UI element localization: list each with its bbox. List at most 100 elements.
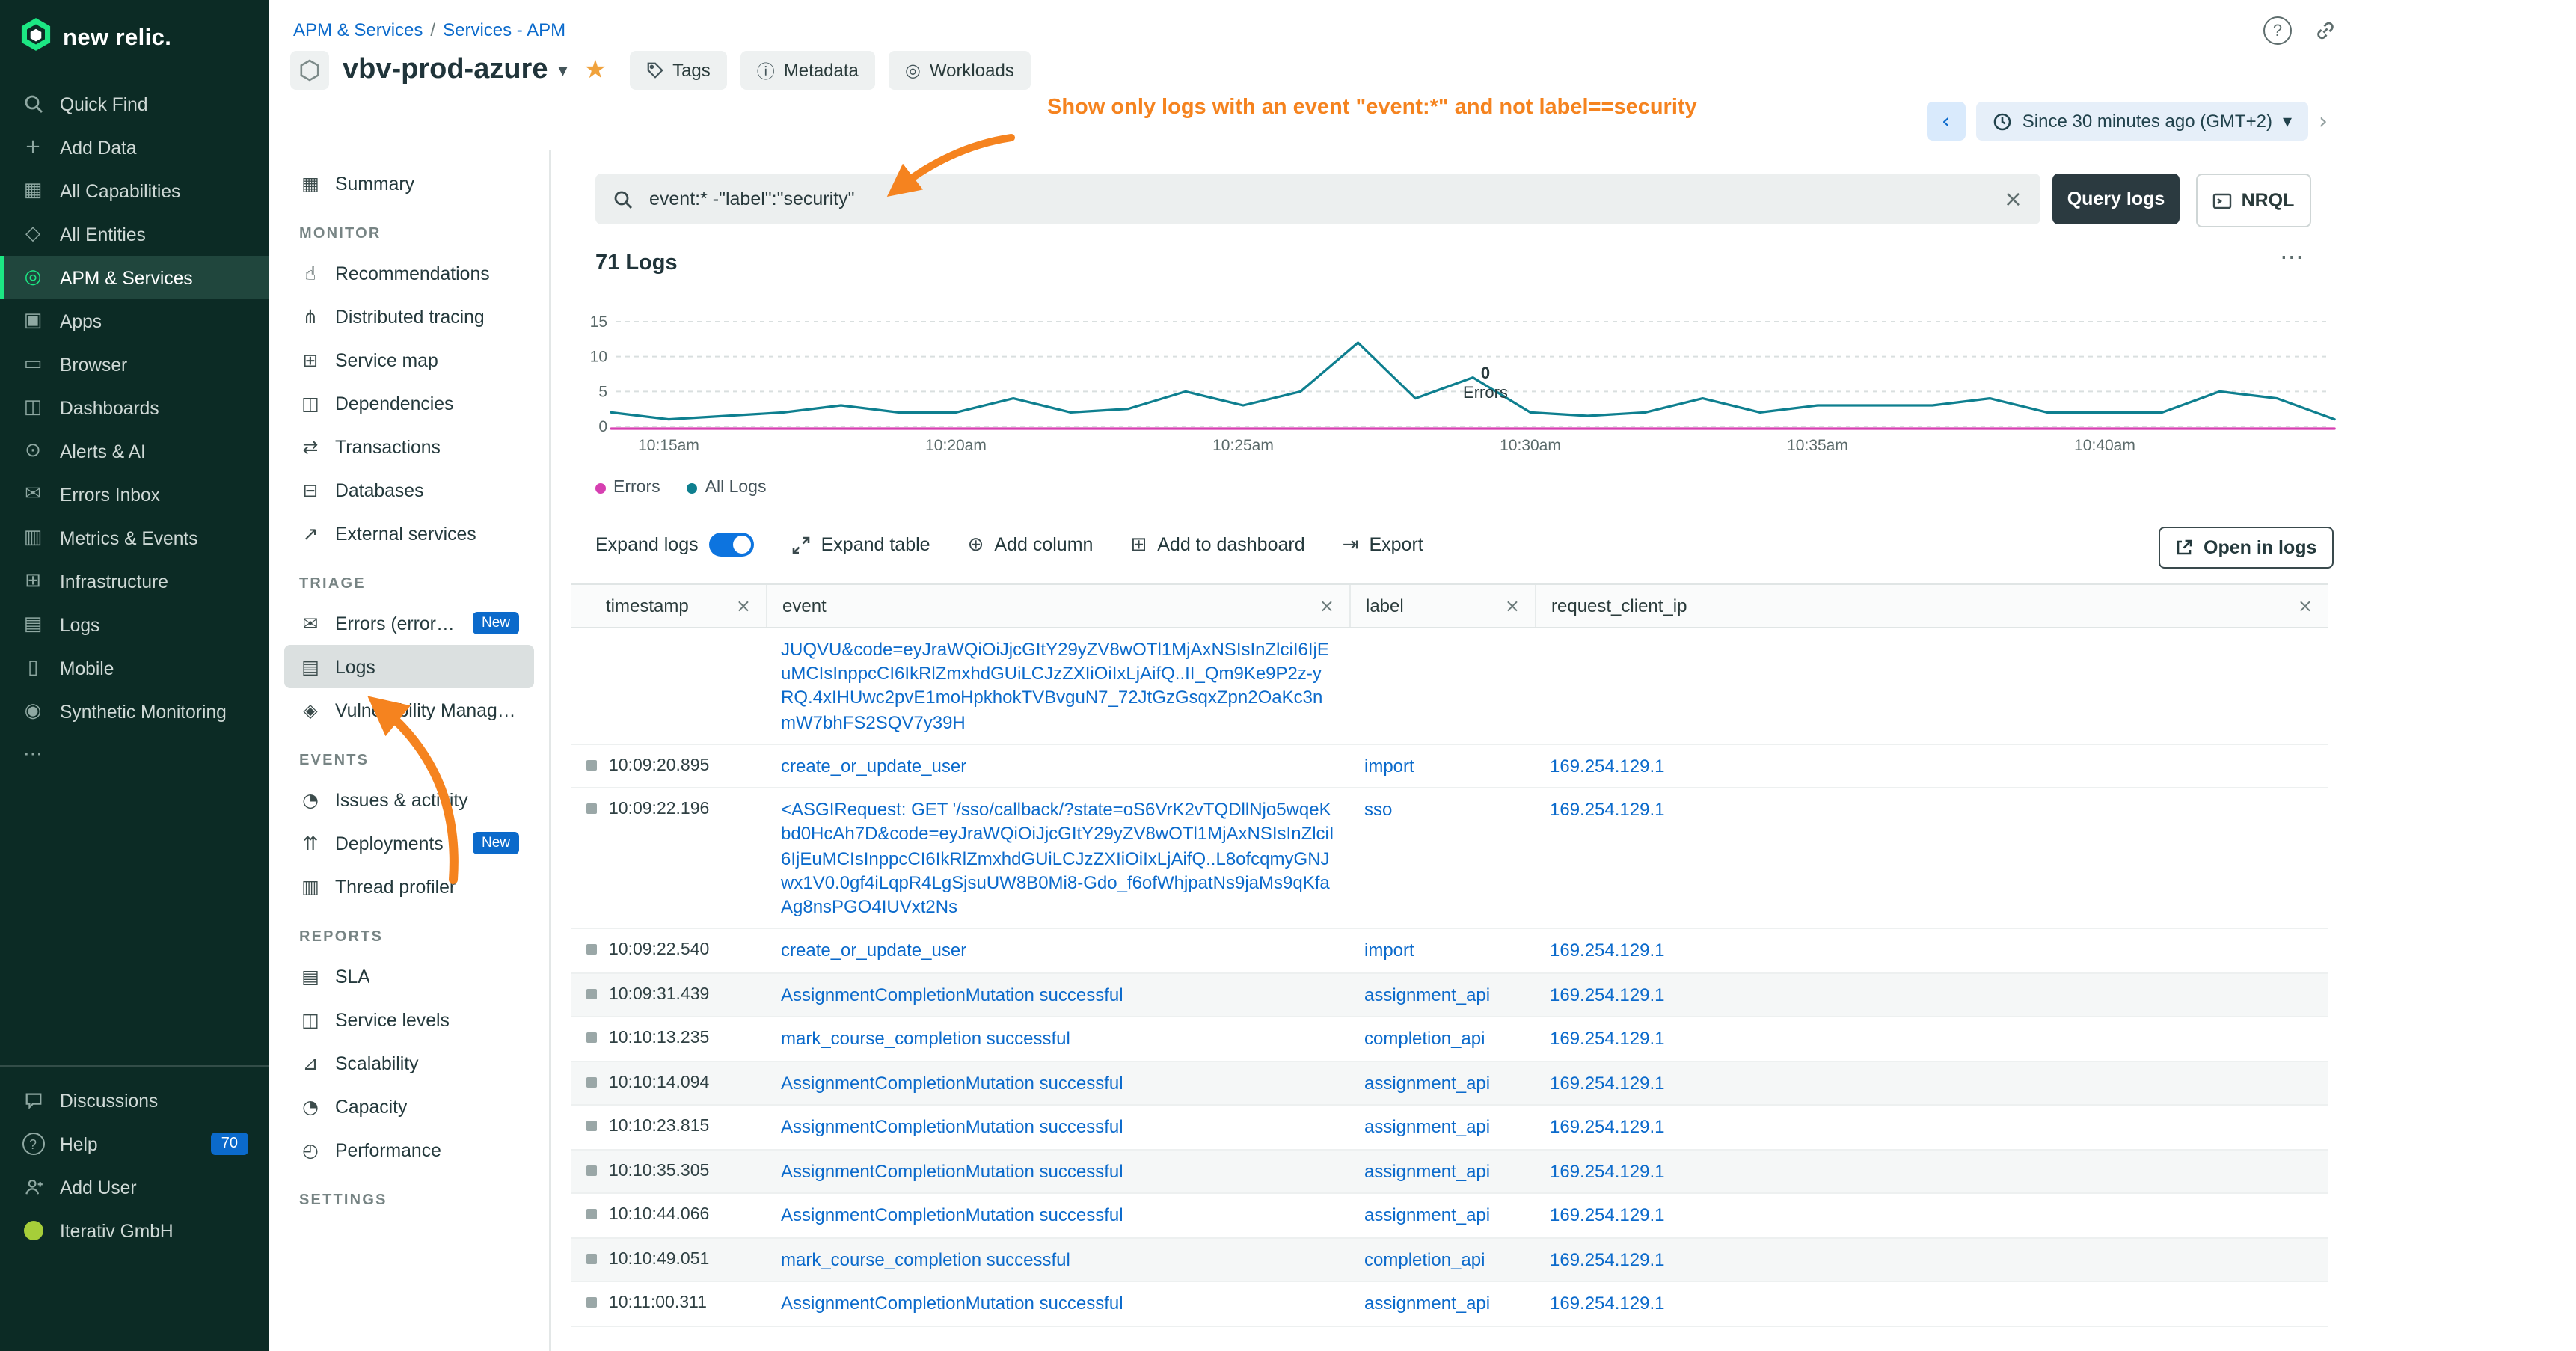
- log-event-link[interactable]: mark_course_completion successful: [781, 1028, 1070, 1049]
- global-nav-synthetic-monitoring[interactable]: ◉ Synthetic Monitoring: [0, 690, 269, 733]
- table-row[interactable]: 10:10:13.235 mark_course_completion succ…: [571, 1017, 2328, 1062]
- remove-column-icon[interactable]: ×: [736, 595, 751, 616]
- table-row[interactable]: 10:10:44.066 AssignmentCompletionMutatio…: [571, 1195, 2328, 1239]
- export-button[interactable]: ⇥ Export: [1343, 533, 1423, 556]
- global-nav-all-entities[interactable]: ◇ All Entities: [0, 212, 269, 256]
- service-nav-issues-activity[interactable]: ◔ Issues & activity: [284, 778, 534, 821]
- log-label-link[interactable]: assignment_api: [1364, 1073, 1490, 1094]
- table-row[interactable]: 10:09:31.439 AssignmentCompletionMutatio…: [571, 973, 2328, 1017]
- remove-column-icon[interactable]: ×: [1505, 595, 1520, 616]
- global-nav-help[interactable]: ? Help 70: [0, 1122, 269, 1165]
- time-range-selector[interactable]: Since 30 minutes ago (GMT+2) ▾: [1976, 102, 2308, 141]
- time-back-button[interactable]: ‹: [1927, 102, 1966, 141]
- log-ip-link[interactable]: 169.254.129.1: [1550, 1161, 1665, 1182]
- log-ip-link[interactable]: 169.254.129.1: [1550, 1028, 1665, 1049]
- service-nav-summary[interactable]: ▦ Summary: [284, 162, 534, 205]
- table-row[interactable]: JUQVU&code=eyJraWQiOiJjcGItY29yZV8wOTl1M…: [571, 628, 2328, 745]
- service-nav-transactions[interactable]: ⇄ Transactions: [284, 425, 534, 468]
- expand-logs-toggle[interactable]: [709, 533, 754, 557]
- log-event-link[interactable]: AssignmentCompletionMutation successful: [781, 1073, 1123, 1094]
- log-label-link[interactable]: completion_api: [1364, 1028, 1485, 1049]
- log-event-link[interactable]: AssignmentCompletionMutation successful: [781, 1161, 1123, 1182]
- log-label-link[interactable]: completion_api: [1364, 1249, 1485, 1270]
- log-label-link[interactable]: import: [1364, 756, 1414, 776]
- column-header-label[interactable]: label×: [1349, 585, 1535, 627]
- log-query-input[interactable]: [646, 187, 1990, 211]
- entity-dropdown-chevron-icon[interactable]: ▾: [559, 60, 568, 81]
- remove-column-icon[interactable]: ×: [1319, 595, 1334, 616]
- global-nav-metrics-events[interactable]: ▥ Metrics & Events: [0, 516, 269, 560]
- service-nav-dependencies[interactable]: ◫ Dependencies: [284, 382, 534, 425]
- global-nav-infrastructure[interactable]: ⊞ Infrastructure: [0, 560, 269, 603]
- log-ip-link[interactable]: 169.254.129.1: [1550, 1073, 1665, 1094]
- log-event-link[interactable]: JUQVU&code=eyJraWQiOiJjcGItY29yZV8wOTl1M…: [781, 639, 1329, 732]
- metadata-button[interactable]: ⓘ Metadata: [740, 51, 875, 90]
- global-nav-all-capabilities[interactable]: ▦ All Capabilities: [0, 169, 269, 212]
- table-row[interactable]: 10:09:22.540 create_or_update_user impor…: [571, 929, 2328, 973]
- log-label-link[interactable]: assignment_api: [1364, 1117, 1490, 1138]
- global-nav-discussions[interactable]: Discussions: [0, 1079, 269, 1122]
- table-row[interactable]: 10:10:49.051 mark_course_completion succ…: [571, 1239, 2328, 1283]
- service-nav-vulnerability-management[interactable]: ◈ Vulnerability Management: [284, 688, 534, 732]
- permalink-icon[interactable]: [2314, 19, 2337, 42]
- global-nav-logs[interactable]: ▤ Logs: [0, 603, 269, 646]
- service-nav-scalability[interactable]: ⊿ Scalability: [284, 1041, 534, 1085]
- global-nav-mobile[interactable]: ▯ Mobile: [0, 646, 269, 690]
- remove-column-icon[interactable]: ×: [2298, 595, 2313, 616]
- service-nav-capacity[interactable]: ◔ Capacity: [284, 1085, 534, 1128]
- service-nav-databases[interactable]: ⊟ Databases: [284, 468, 534, 512]
- log-ip-link[interactable]: 169.254.129.1: [1550, 1117, 1665, 1138]
- log-event-link[interactable]: create_or_update_user: [781, 756, 966, 776]
- log-ip-link[interactable]: 169.254.129.1: [1550, 984, 1665, 1005]
- log-label-link[interactable]: assignment_api: [1364, 1293, 1490, 1314]
- service-nav-external-services[interactable]: ↗ External services: [284, 512, 534, 555]
- service-nav-deployments[interactable]: ⇈ Deployments New: [284, 821, 534, 865]
- help-circle-icon[interactable]: ?: [2263, 16, 2292, 45]
- global-nav-apps[interactable]: ▣ Apps: [0, 299, 269, 343]
- table-row[interactable]: 10:10:35.305 AssignmentCompletionMutatio…: [571, 1151, 2328, 1195]
- log-event-link[interactable]: AssignmentCompletionMutation successful: [781, 1293, 1123, 1314]
- service-nav-service-levels[interactable]: ◫ Service levels: [284, 998, 534, 1041]
- log-event-link[interactable]: AssignmentCompletionMutation successful: [781, 984, 1123, 1005]
- service-nav-recommendations[interactable]: ☝ Recommendations: [284, 251, 534, 295]
- column-header-event[interactable]: event×: [766, 585, 1349, 627]
- nrql-button[interactable]: NRQL: [2196, 174, 2311, 227]
- table-row[interactable]: 10:09:20.895 create_or_update_user impor…: [571, 745, 2328, 789]
- log-event-link[interactable]: <ASGIRequest: GET '/sso/callback/?state=…: [781, 800, 1334, 918]
- service-nav-logs[interactable]: ▤ Logs: [284, 645, 534, 688]
- log-ip-link[interactable]: 169.254.129.1: [1550, 1293, 1665, 1314]
- tags-button[interactable]: Tags: [629, 51, 727, 90]
- workloads-button[interactable]: ◎ Workloads: [889, 51, 1031, 90]
- service-nav-service-map[interactable]: ⊞ Service map: [284, 338, 534, 382]
- add-column-button[interactable]: ⊕ Add column: [968, 533, 1094, 556]
- time-forward-button[interactable]: ›: [2319, 108, 2328, 135]
- new-relic-logo[interactable]: new relic.: [0, 0, 269, 73]
- log-label-link[interactable]: sso: [1364, 800, 1392, 821]
- log-event-link[interactable]: mark_course_completion successful: [781, 1249, 1070, 1270]
- global-nav-apm-services[interactable]: ◎ APM & Services: [0, 256, 269, 299]
- column-header-timestamp[interactable]: timestamp×: [571, 585, 766, 627]
- clear-query-icon[interactable]: ×: [2004, 186, 2023, 212]
- legend-errors[interactable]: Errors: [595, 479, 660, 497]
- favorite-star-icon[interactable]: ★: [584, 55, 607, 85]
- log-label-link[interactable]: assignment_api: [1364, 1161, 1490, 1182]
- breadcrumb-services-apm[interactable]: Services - APM: [443, 19, 565, 40]
- global-nav-add-user[interactable]: Add User: [0, 1165, 269, 1209]
- table-row[interactable]: 10:10:23.815 AssignmentCompletionMutatio…: [571, 1106, 2328, 1151]
- service-nav-distributed-tracing[interactable]: ⋔ Distributed tracing: [284, 295, 534, 338]
- column-header-request-client-ip[interactable]: request_client_ip×: [1535, 585, 2328, 627]
- log-ip-link[interactable]: 169.254.129.1: [1550, 1249, 1665, 1270]
- global-nav-browser[interactable]: ▭ Browser: [0, 343, 269, 386]
- logs-more-button[interactable]: ⋯: [2280, 242, 2305, 271]
- log-label-link[interactable]: import: [1364, 940, 1414, 961]
- table-row[interactable]: 10:10:14.094 AssignmentCompletionMutatio…: [571, 1062, 2328, 1106]
- log-ip-link[interactable]: 169.254.129.1: [1550, 800, 1665, 821]
- service-nav-performance[interactable]: ◴ Performance: [284, 1128, 534, 1171]
- log-ip-link[interactable]: 169.254.129.1: [1550, 1205, 1665, 1226]
- service-nav-errors-inbox[interactable]: ✉ Errors (errors inb... New: [284, 601, 534, 645]
- log-event-link[interactable]: create_or_update_user: [781, 940, 966, 961]
- log-label-link[interactable]: assignment_api: [1364, 1205, 1490, 1226]
- log-label-link[interactable]: assignment_api: [1364, 984, 1490, 1005]
- entity-name[interactable]: vbv-prod-azure: [343, 54, 548, 87]
- legend-all-logs[interactable]: All Logs: [687, 479, 767, 497]
